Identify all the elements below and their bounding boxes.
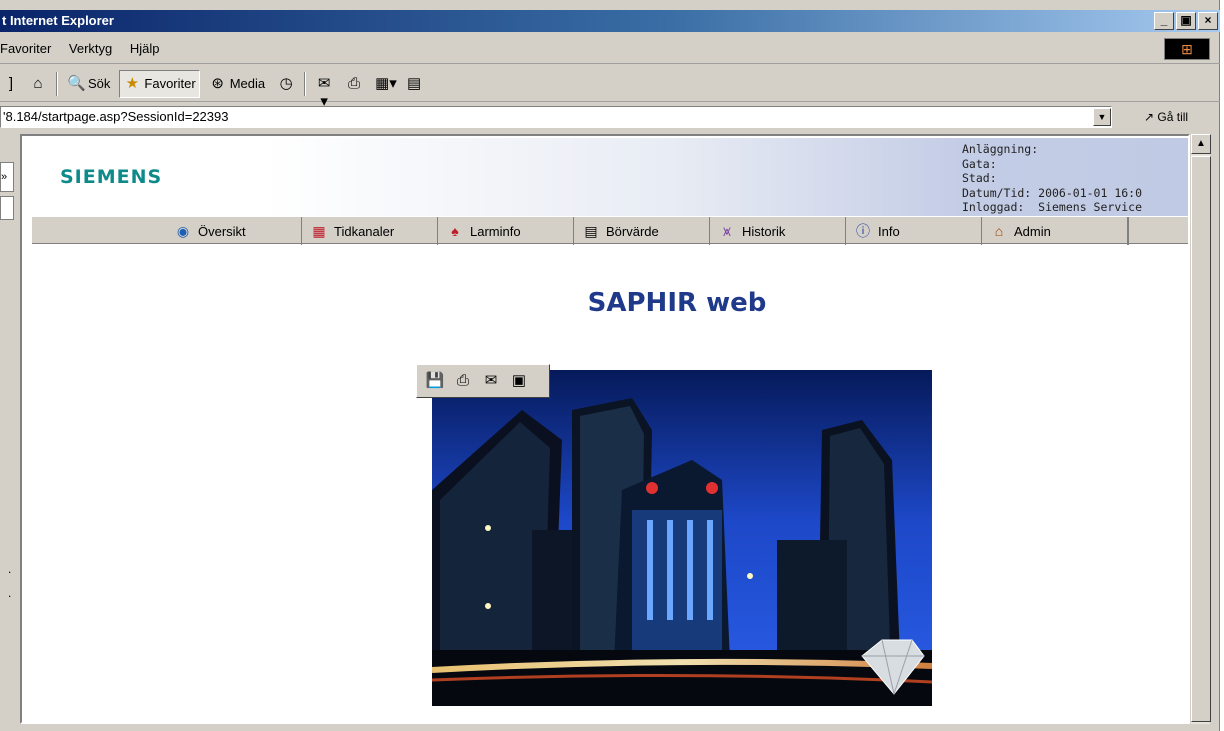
scroll-thumb[interactable] — [1191, 156, 1211, 722]
pane-expand-button[interactable]: » — [0, 162, 14, 192]
nav-admin[interactable]: ⌂ Admin — [982, 217, 1128, 245]
nav-label: Översikt — [198, 223, 246, 239]
pane-dot: . — [8, 586, 12, 600]
print-icon[interactable]: ⎙ — [453, 372, 473, 390]
nav-label: Admin — [1014, 223, 1051, 239]
nav-label: Börvärde — [606, 223, 659, 239]
menu-bar: Favoriter Verktyg Hjälp ⊞ — [0, 34, 1220, 64]
search-icon: 🔍 — [67, 74, 86, 92]
media-label: Media — [229, 76, 266, 91]
maximize-button[interactable]: ▣ — [1176, 12, 1196, 30]
history-button[interactable]: ◷ — [274, 70, 298, 98]
menu-help[interactable]: Hjälp — [130, 41, 160, 56]
menu-favorites[interactable]: Favoriter — [0, 41, 51, 56]
nav-end-divider — [1128, 217, 1129, 245]
edit-icon: ▦▾ — [375, 74, 397, 92]
minimize-button[interactable]: _ — [1154, 12, 1174, 30]
history-icon: ⩙ — [723, 223, 731, 239]
save-icon[interactable]: 💾 — [425, 372, 445, 390]
address-url: '8.184/startpage.asp?SessionId=22393 — [3, 109, 229, 124]
standard-toolbar: ] ⌂ 🔍 Sök ★ Favoriter ⊛ Media ◷ ✉▾ ⎙ ▦▾ … — [0, 66, 1220, 110]
discuss-button[interactable]: ▤ — [402, 70, 426, 98]
window-title: t Internet Explorer — [2, 13, 114, 28]
close-button[interactable]: × — [1198, 12, 1218, 30]
nav-alarm[interactable]: ♠ Larminfo — [438, 217, 574, 245]
scroll-up-icon[interactable]: ▲ — [1191, 134, 1211, 154]
page-title: SAPHIR web — [587, 288, 767, 318]
city-skyline-photo — [432, 370, 932, 706]
folder-icon[interactable]: ▣ — [509, 372, 529, 390]
history-clock-icon: ◷ — [279, 74, 293, 92]
mail-icon[interactable]: ✉ — [481, 372, 501, 390]
left-explorer-pane: » . . — [0, 134, 20, 724]
nav-overview[interactable]: ◉ Översikt — [166, 217, 302, 245]
search-label: Sök — [88, 76, 111, 91]
pane-tab[interactable] — [0, 196, 14, 220]
plant-info: Anläggning: Gata: Stad: Datum/Tid: 2006-… — [962, 142, 1143, 214]
media-button[interactable]: ⊛ Media — [206, 70, 268, 98]
favorites-label: Favoriter — [144, 76, 196, 91]
edit-button[interactable]: ▦▾ — [372, 70, 397, 98]
print-icon: ⎙ — [348, 74, 361, 92]
title-bar: t Internet Explorer _ ▣ × — [0, 10, 1220, 32]
nav-label: Historik — [742, 223, 786, 239]
overview-icon: ◉ — [176, 223, 190, 239]
windows-logo-icon: ⊞ — [1164, 38, 1210, 60]
bracket-icon: ] — [8, 74, 14, 92]
toolbar-separator — [304, 71, 307, 96]
go-arrow-icon: ↗ — [1144, 110, 1155, 124]
admin-icon: ⌂ — [994, 223, 1004, 239]
go-label: Gå till — [1157, 110, 1189, 124]
address-dropdown-icon[interactable]: ▼ — [1093, 108, 1111, 126]
toolbar-separator — [56, 71, 58, 96]
setpoint-icon: ▤ — [584, 223, 598, 239]
go-button[interactable]: ↗ Gå till — [1144, 108, 1188, 126]
nav-timechannels[interactable]: ▦ Tidkanaler — [302, 217, 438, 245]
vertical-scrollbar[interactable]: ▲ — [1190, 134, 1211, 724]
alarm-icon: ♠ — [451, 223, 459, 239]
favorites-icon: ★ — [125, 74, 140, 92]
main-nav: ◉ Översikt ▦ Tidkanaler ♠ Larminfo ▤ Bör… — [32, 216, 1188, 245]
nav-history[interactable]: ⩙ Historik — [710, 217, 846, 245]
nav-setpoint[interactable]: ▤ Börvärde — [574, 217, 710, 245]
home-button[interactable]: ⌂ — [26, 70, 50, 98]
timechannel-icon: ▦ — [312, 223, 326, 239]
print-button[interactable]: ⎙ — [342, 70, 366, 98]
browser-window: t Internet Explorer _ ▣ × Favoriter Verk… — [0, 0, 1220, 731]
media-icon: ⊛ — [211, 74, 224, 92]
pane-dot: . — [8, 562, 12, 576]
address-bar: '8.184/startpage.asp?SessionId=22393 ▼ ↗… — [0, 104, 1220, 132]
nav-label: Info — [878, 223, 900, 239]
page-content: SIEMENS Anläggning: Gata: Stad: Datum/Ti… — [20, 134, 1190, 724]
header-banner: SIEMENS Anläggning: Gata: Stad: Datum/Ti… — [32, 138, 1188, 216]
menu-tools[interactable]: Verktyg — [69, 41, 112, 56]
image-toolbar: 💾 ⎙ ✉ ▣ — [416, 364, 550, 398]
nav-label: Tidkanaler — [334, 223, 395, 239]
info-icon: ⓘ — [856, 223, 870, 239]
home-icon: ⌂ — [33, 74, 43, 92]
skyline-illustration — [432, 370, 932, 706]
mail-icon: ✉▾ — [317, 74, 331, 110]
search-button[interactable]: 🔍 Sök — [64, 70, 113, 98]
nav-info[interactable]: ⓘ Info — [846, 217, 982, 245]
discuss-icon: ▤ — [407, 74, 422, 92]
address-input[interactable]: '8.184/startpage.asp?SessionId=22393 ▼ — [0, 106, 1112, 128]
mail-button[interactable]: ✉▾ — [312, 70, 336, 110]
siemens-logo: SIEMENS — [60, 166, 163, 188]
nav-label: Larminfo — [470, 223, 521, 239]
favorites-button[interactable]: ★ Favoriter — [119, 69, 200, 98]
